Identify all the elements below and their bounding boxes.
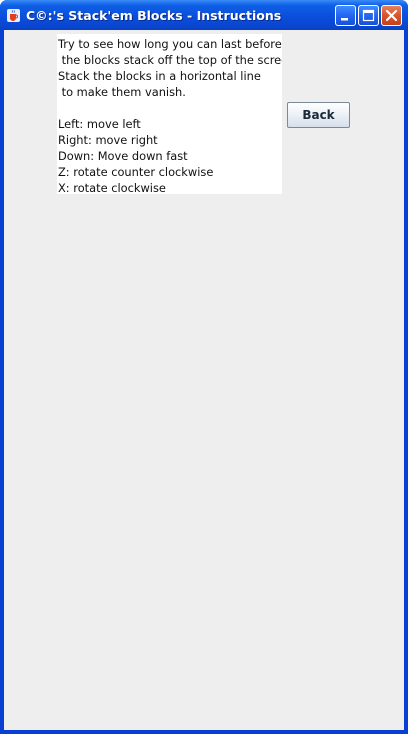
maximize-button[interactable] <box>358 5 379 26</box>
window-title: C©:'s Stack'em Blocks - Instructions <box>26 8 282 23</box>
app-window: C©:'s Stack'em Blocks - Instructions Try… <box>0 0 408 734</box>
title-bar[interactable]: C©:'s Stack'em Blocks - Instructions <box>0 0 408 30</box>
back-button[interactable]: Back <box>287 102 350 128</box>
instructions-text: Try to see how long you can last before … <box>57 34 282 194</box>
minimize-button[interactable] <box>335 5 356 26</box>
minimize-icon <box>341 18 348 21</box>
content-panel: Try to see how long you can last before … <box>4 30 404 730</box>
java-cup-icon[interactable] <box>6 8 21 23</box>
close-icon <box>385 9 398 22</box>
close-button[interactable] <box>381 5 402 26</box>
maximize-icon <box>362 9 375 22</box>
